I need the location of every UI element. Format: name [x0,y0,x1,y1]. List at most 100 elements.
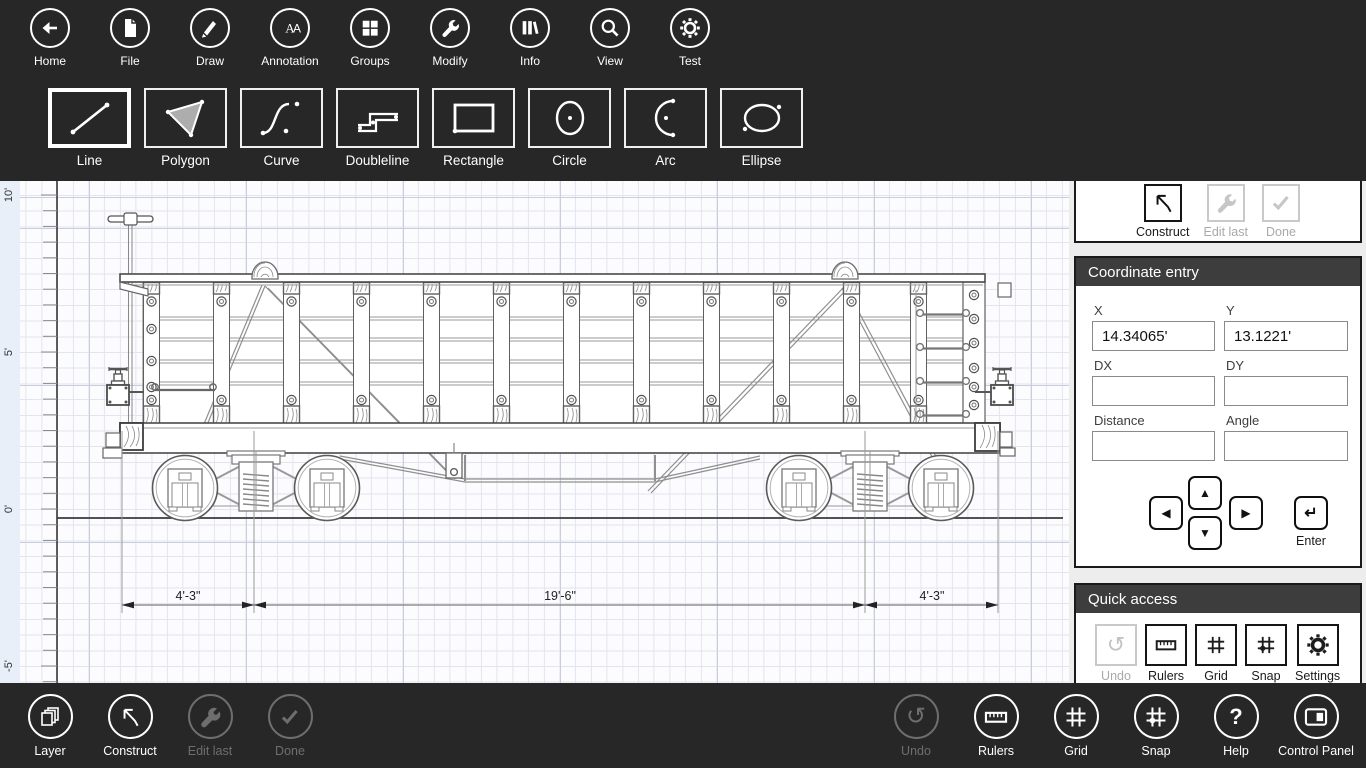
done-button-bottom[interactable]: Done [250,694,330,758]
top-app-bar: Home File Draw AA Annotation Groups Modi… [0,0,1366,181]
ellipse-tool-icon [720,88,803,148]
snap-button-bottom[interactable]: Snap [1116,694,1196,758]
curve-tool-icon [240,88,323,148]
menu-view[interactable]: View [570,8,650,68]
tool-line[interactable]: Line [48,88,131,168]
x-field-label: X [1094,303,1103,318]
wrench-icon [430,8,470,48]
back-arrow-icon [30,8,70,48]
menu-info[interactable]: Info [490,8,570,68]
menu-modify[interactable]: Modify [410,8,490,68]
dx-field-label: DX [1094,358,1113,373]
tool-ellipse[interactable]: Ellipse [720,88,803,168]
bottom-app-bar: Layer Construct Edit last Done ↺ Undo Ru… [0,683,1366,768]
nudge-keypad: ▲ ◀ ▼ ▶ ↵ Enter [1092,476,1344,576]
polygon-tool-icon [144,88,227,148]
construct-button-bottom[interactable]: Construct [90,694,170,758]
tool-doubleline[interactable]: Doubleline [336,88,419,168]
dim-label-middle: 19'-6" [544,589,576,603]
quick-settings-button[interactable]: Settings [1295,624,1340,683]
help-button[interactable]: ? Help [1196,694,1276,758]
up-arrow-icon: ▲ [1199,486,1211,500]
rectangle-tool-icon [432,88,515,148]
y-field-label: Y [1226,303,1235,318]
distance-field-label: Distance [1094,413,1145,428]
ruler-icon [1145,624,1187,666]
enter-return-icon: ↵ [1304,505,1318,522]
dx-field[interactable] [1092,376,1215,406]
menu-annotation[interactable]: AA Annotation [250,8,330,68]
y-field[interactable] [1224,321,1348,351]
control-panel-button[interactable]: Control Panel [1276,694,1356,758]
arc-tool-icon [624,88,707,148]
done-button[interactable]: Done [1261,184,1300,241]
ruler-label-0: 0' [3,505,15,513]
construct-panel: Construct Edit last Done [1074,181,1362,243]
svg-text:A: A [293,22,301,36]
coordinate-entry-panel: Coordinate entry X Y DX [1074,256,1362,568]
x-field[interactable] [1092,321,1215,351]
quick-undo-button[interactable]: ↺ Undo [1095,624,1137,683]
ruler-label-10: 10' [3,188,15,202]
snap-icon [1133,694,1179,739]
tool-polygon[interactable]: Polygon [144,88,227,168]
check-icon [1261,184,1300,222]
edit-last-button-bottom[interactable]: Edit last [170,694,250,758]
tool-curve[interactable]: Curve [240,88,323,168]
dy-field[interactable] [1224,376,1348,406]
menu-draw[interactable]: Draw [170,8,250,68]
ruler-label-5: 5' [3,348,15,356]
enter-button[interactable]: ↵ [1294,496,1328,530]
magnifier-icon [590,8,630,48]
edit-last-button[interactable]: Edit last [1204,184,1248,241]
ruler-icon [973,694,1019,739]
wrench-icon [1206,184,1245,222]
gear-icon [670,8,710,48]
quick-rulers-button[interactable]: Rulers [1145,624,1187,683]
check-icon [267,694,313,739]
distance-field[interactable] [1092,431,1215,461]
app-window: Home File Draw AA Annotation Groups Modi… [0,0,1366,768]
gear-icon [1296,624,1339,666]
enter-label: Enter [1296,534,1326,548]
menu-groups[interactable]: Groups [330,8,410,68]
books-icon [510,8,550,48]
grid-icon [1195,624,1237,666]
construct-button[interactable]: Construct [1136,184,1190,241]
nudge-right-button[interactable]: ▶ [1229,496,1263,530]
drawing-canvas[interactable]: 4'-3" 19'-6" 4'-3" 10' 5' 0' -5' [0,181,1069,683]
construct-arrow-icon [1143,184,1182,222]
down-arrow-icon: ▼ [1199,526,1211,540]
control-panel-icon [1293,694,1339,739]
undo-icon: ↺ [1095,624,1137,666]
layer-button[interactable]: Layer [10,694,90,758]
tool-arc[interactable]: Arc [624,88,707,168]
nudge-left-button[interactable]: ◀ [1149,496,1183,530]
rulers-button-bottom[interactable]: Rulers [956,694,1036,758]
menu-test[interactable]: Test [650,8,730,68]
grid-button-bottom[interactable]: Grid [1036,694,1116,758]
quick-grid-button[interactable]: Grid [1195,624,1237,683]
vertical-ruler: 10' 5' 0' -5' [0,181,57,683]
undo-icon: ↺ [893,694,939,739]
tool-circle[interactable]: Circle [528,88,611,168]
left-arrow-icon: ◀ [1161,506,1171,520]
construct-arrow-icon [107,694,153,739]
quick-access-panel: Quick access ↺ Undo Rulers Grid Snap Set… [1074,583,1362,683]
ruler-label-neg5: -5' [3,660,15,672]
quick-snap-button[interactable]: Snap [1245,624,1287,683]
undo-button-bottom[interactable]: ↺ Undo [876,694,956,758]
doubleline-tool-icon [336,88,419,148]
menu-home[interactable]: Home [10,8,90,68]
nudge-down-button[interactable]: ▼ [1188,516,1222,550]
nudge-up-button[interactable]: ▲ [1188,476,1222,510]
annotation-aa-icon: AA [270,8,310,48]
tool-rectangle[interactable]: Rectangle [432,88,515,168]
railcar-drawing: 4'-3" 19'-6" 4'-3" 10' 5' 0' -5' [0,181,1063,683]
menu-file[interactable]: File [90,8,170,68]
question-icon: ? [1213,694,1259,739]
angle-field[interactable] [1224,431,1348,461]
line-tool-icon [48,88,131,148]
quick-access-header: Quick access [1076,585,1360,613]
coordinate-entry-header: Coordinate entry [1076,258,1360,286]
